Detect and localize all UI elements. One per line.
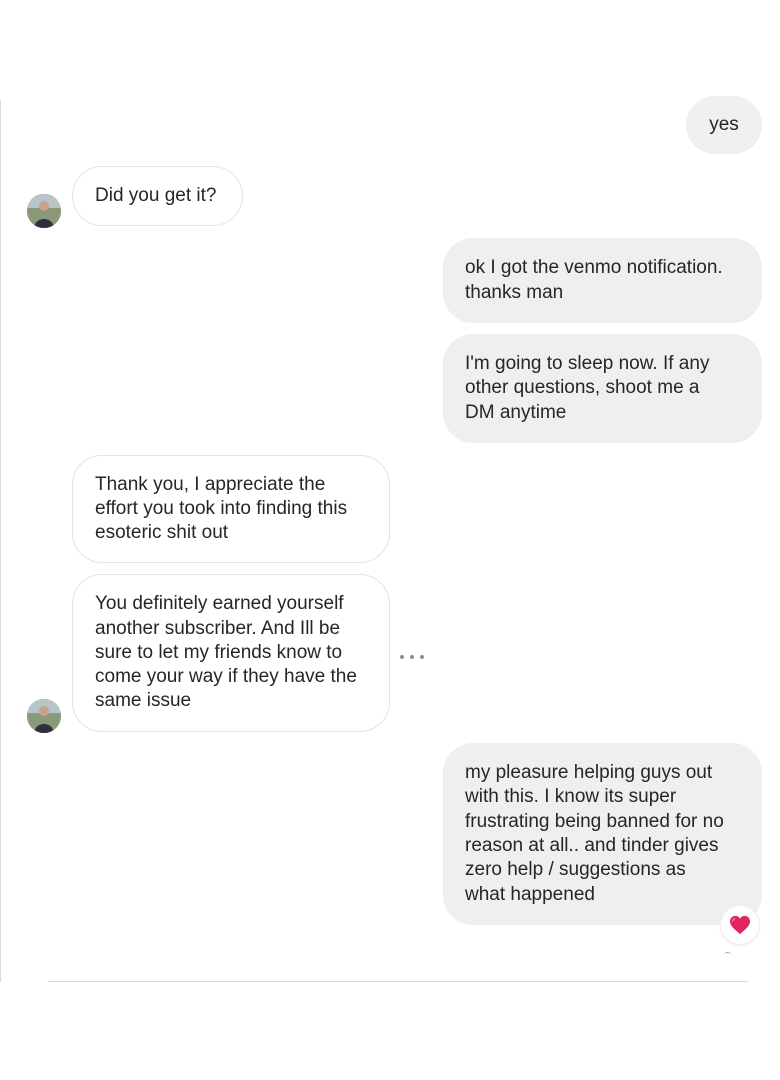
user-avatar[interactable] — [27, 194, 61, 228]
message-reaction[interactable] — [721, 906, 759, 944]
message-text: ok I got the venmo notification. thanks … — [465, 257, 723, 303]
seen-indicator — [724, 952, 731, 957]
avatar-image — [27, 699, 61, 733]
message-text: yes — [709, 113, 739, 135]
message-bubble-incoming[interactable]: You definitely earned yourself another s… — [72, 574, 390, 732]
user-avatar[interactable] — [27, 699, 61, 733]
message-bubble-outgoing[interactable]: my pleasure helping guys out with this. … — [443, 743, 762, 925]
red-heart-icon — [730, 915, 750, 935]
message-text: Did you get it? — [95, 184, 217, 206]
message-bubble-incoming[interactable]: Did you get it? — [72, 166, 243, 226]
avatar-image — [27, 194, 61, 228]
message-bubble-outgoing[interactable]: I'm going to sleep now. If any other que… — [443, 334, 762, 443]
message-text: I'm going to sleep now. If any other que… — [465, 353, 710, 423]
message-bubble-outgoing[interactable]: ok I got the venmo notification. thanks … — [443, 238, 762, 323]
message-bubble-incoming[interactable]: Thank you, I appreciate the effort you t… — [72, 455, 390, 563]
message-text: You definitely earned yourself another s… — [95, 593, 357, 712]
message-text: Thank you, I appreciate the effort you t… — [95, 473, 348, 544]
more-horizontal-icon[interactable] — [400, 650, 424, 664]
message-bubble-outgoing[interactable]: yes — [686, 96, 762, 154]
composer-divider — [48, 981, 748, 982]
message-text: my pleasure helping guys out with this. … — [465, 762, 724, 905]
thread-left-border — [0, 100, 1, 982]
